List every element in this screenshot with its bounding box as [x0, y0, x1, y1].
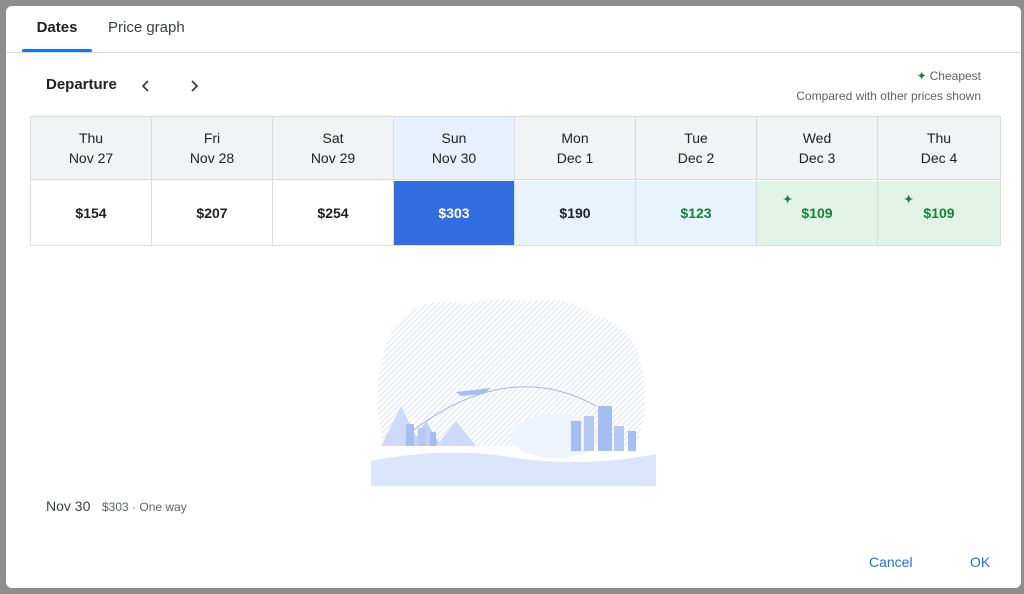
date-label: Dec 1 [556, 150, 594, 166]
date-header: Fri Nov 28 [152, 117, 272, 180]
cheapest-price-cell[interactable]: ✦ $109 [757, 181, 877, 245]
date-header: Mon Dec 1 [515, 117, 635, 180]
date-header: Thu Dec 4 [878, 117, 1000, 180]
sparkle-icon: ✦ [916, 69, 927, 83]
ok-button[interactable]: OK [970, 554, 990, 570]
date-picker-dialog: Dates Price graph Departure ✦ Cheapest Co… [6, 6, 1021, 588]
day-of-week: Wed [802, 130, 832, 146]
date-column: Fri Nov 28 $207 [152, 117, 273, 245]
date-column: Wed Dec 3 ✦ $109 [757, 117, 878, 245]
date-column-selected: Sun Nov 30 $303 [394, 117, 515, 245]
sparkle-icon: ✦ [904, 194, 914, 206]
date-header: Wed Dec 3 [757, 117, 877, 180]
date-column: Thu Nov 27 $154 [31, 117, 152, 245]
day-of-week: Thu [926, 130, 952, 146]
date-header: Sat Nov 29 [273, 117, 393, 180]
chevron-right-icon [191, 80, 199, 92]
price-label: $109 [801, 205, 833, 221]
date-column: Tue Dec 2 $123 [636, 117, 757, 245]
price-cell[interactable]: $254 [273, 181, 393, 245]
day-of-week: Fri [203, 130, 221, 146]
date-header: Thu Nov 27 [31, 117, 151, 180]
price-cell[interactable]: $154 [31, 181, 151, 245]
legend-note: Compared with other prices shown [796, 89, 981, 103]
day-of-week: Mon [561, 130, 589, 146]
date-column: Sat Nov 29 $254 [273, 117, 394, 245]
selected-date: Nov 30 [46, 498, 91, 514]
next-dates-button[interactable] [180, 72, 208, 100]
day-of-week: Sun [441, 130, 467, 146]
date-label: Nov 30 [431, 150, 477, 166]
departure-label: Departure [46, 76, 117, 93]
date-price-grid: Thu Nov 27 $154 Fri Nov 28 $207 Sat Nov 29 … [30, 116, 1001, 246]
cancel-button[interactable]: Cancel [869, 554, 913, 570]
date-label: Nov 28 [189, 150, 235, 166]
sparkle-icon: ✦ [783, 194, 793, 206]
date-column: Mon Dec 1 $190 [515, 117, 636, 245]
tab-bar: Dates Price graph [6, 6, 1021, 53]
chevron-left-icon [141, 80, 149, 92]
price-cell[interactable]: $123 [636, 181, 756, 245]
day-of-week: Sat [322, 130, 344, 146]
day-of-week: Thu [78, 130, 104, 146]
date-label: Nov 29 [310, 150, 356, 166]
date-column: Thu Dec 4 ✦ $109 [878, 117, 1000, 245]
date-header: Tue Dec 2 [636, 117, 756, 180]
price-label: $109 [923, 205, 955, 221]
cheapest-price-cell[interactable]: ✦ $109 [878, 181, 1000, 245]
tab-dates[interactable]: Dates [22, 6, 92, 52]
date-header: Sun Nov 30 [394, 117, 514, 180]
price-cell[interactable]: $190 [515, 181, 635, 245]
travel-illustration [371, 299, 656, 486]
day-of-week: Tue [684, 130, 708, 146]
price-legend: ✦ Cheapest Compared with other prices sho… [796, 66, 981, 106]
date-label: Dec 4 [920, 150, 958, 166]
price-cell[interactable]: $207 [152, 181, 272, 245]
previous-dates-button[interactable] [132, 72, 160, 100]
date-label: Dec 3 [798, 150, 836, 166]
selected-price-cell[interactable]: $303 [394, 181, 514, 245]
date-label: Nov 27 [68, 150, 114, 166]
selected-price-summary: $303 · One way [102, 500, 187, 514]
tab-price-graph[interactable]: Price graph [108, 6, 188, 52]
cheapest-label: Cheapest [929, 69, 981, 83]
date-label: Dec 2 [677, 150, 715, 166]
